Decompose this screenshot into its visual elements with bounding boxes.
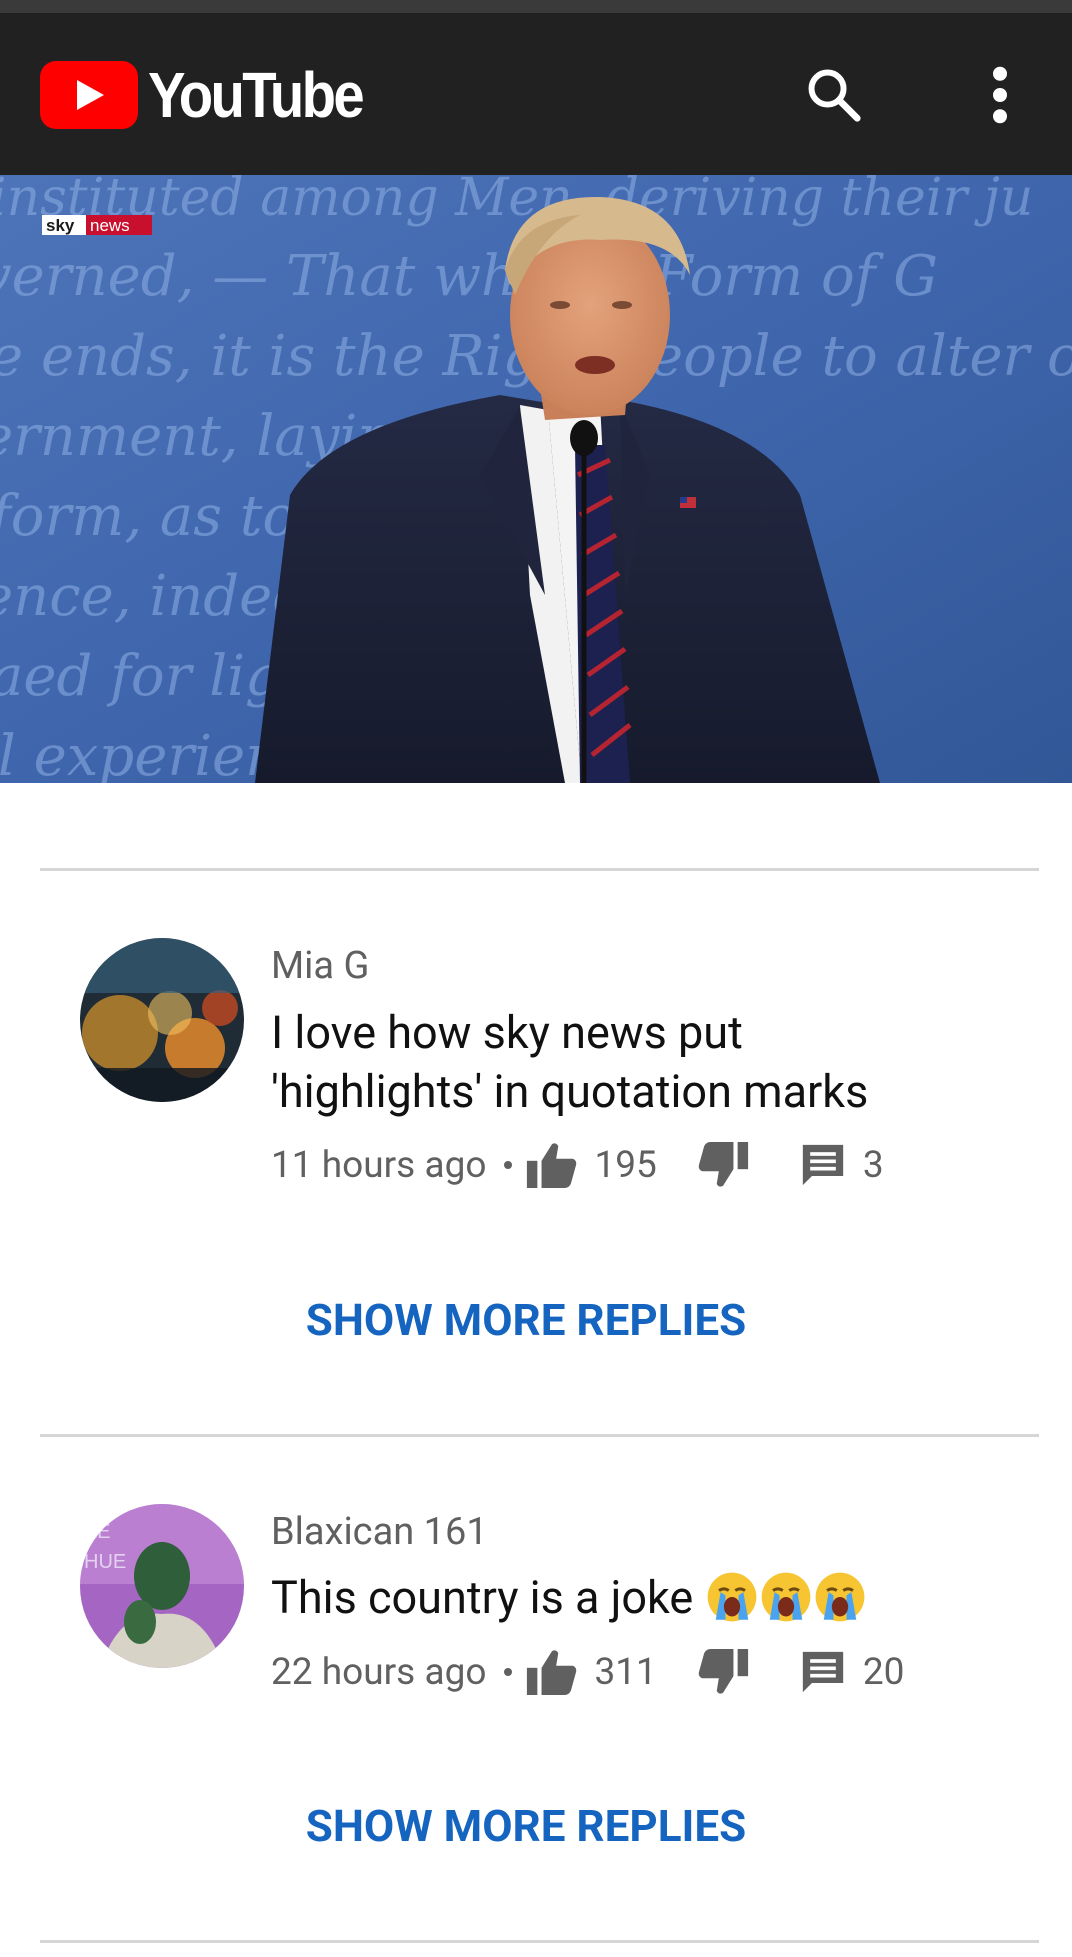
app-bar: YouTube <box>0 13 1072 175</box>
youtube-logo[interactable]: YouTube <box>40 61 391 129</box>
show-more-replies-button[interactable]: SHOW MORE REPLIES <box>0 1298 1052 1342</box>
logo-text: YouTube <box>148 59 365 131</box>
crying-face-emoji-icon <box>708 1572 757 1622</box>
status-bar-strip <box>0 0 1072 13</box>
comment-meta: 22 hours ago 311 20 <box>271 1649 904 1695</box>
dislike-button[interactable] <box>697 1142 749 1188</box>
search-button[interactable] <box>800 61 868 129</box>
play-logo-icon <box>40 61 138 129</box>
comment-author[interactable]: Mia G <box>271 947 369 985</box>
comment-text: This country is a joke <box>271 1568 1031 1627</box>
separator-dot <box>504 1161 513 1169</box>
svg-text:news: news <box>90 216 130 235</box>
comment-icon <box>802 1144 844 1186</box>
comment-time: 22 hours ago <box>271 1650 487 1694</box>
separator-dot <box>504 1668 513 1676</box>
like-button[interactable] <box>526 1142 578 1188</box>
avatar[interactable]: LE HUE <box>80 1504 244 1668</box>
crying-face-emoji-icon <box>816 1572 865 1622</box>
more-options-button[interactable] <box>966 61 1034 129</box>
svg-text:HUE: HUE <box>84 1551 126 1573</box>
dislike-button[interactable] <box>697 1649 749 1695</box>
svg-text:verned, — That wh any Form: verned, — That wh any Form of G <box>0 244 938 309</box>
like-button[interactable] <box>526 1649 578 1695</box>
divider <box>40 1434 1039 1437</box>
svg-text:sky: sky <box>46 216 75 235</box>
thumbs-up-icon <box>527 1650 577 1695</box>
comment-text: I love how sky news put 'highlights' in … <box>271 1003 1031 1121</box>
thumbs-down-icon <box>698 1142 748 1187</box>
emoji-group <box>704 1571 866 1624</box>
divider <box>40 868 1039 871</box>
thumbs-down-icon <box>698 1649 748 1694</box>
comment-text-line: This country is a joke <box>271 1571 694 1624</box>
comment-text-line: 'highlights' in quotation marks <box>271 1065 869 1118</box>
more-vert-icon <box>993 66 1007 124</box>
comment-icon <box>802 1651 844 1693</box>
reply-button[interactable] <box>801 1650 845 1694</box>
reply-count: 20 <box>862 1650 905 1694</box>
thumbs-up-icon <box>527 1143 577 1188</box>
crying-face-emoji-icon <box>762 1572 811 1622</box>
reply-count: 3 <box>862 1143 884 1187</box>
comment-time: 11 hours ago <box>271 1143 487 1187</box>
avatar[interactable] <box>80 938 244 1102</box>
comment-meta: 11 hours ago 195 3 <box>271 1142 884 1188</box>
search-icon <box>808 69 861 122</box>
show-more-replies-button[interactable]: SHOW MORE REPLIES <box>0 1804 1052 1848</box>
divider <box>40 1940 1039 1943</box>
video-player[interactable]: instituted among Men, deriving their ju … <box>0 175 1072 783</box>
reply-button[interactable] <box>801 1143 845 1187</box>
like-count: 311 <box>594 1650 657 1694</box>
svg-text:instituted among Men, deriving: instituted among Men, deriving their ju <box>0 175 1033 228</box>
svg-text:LE: LE <box>86 1521 110 1543</box>
sky-news-watermark: sky news <box>42 215 152 235</box>
comment-author[interactable]: Blaxican 161 <box>271 1513 488 1551</box>
like-count: 195 <box>594 1143 657 1187</box>
comment-text-line: I love how sky news put <box>271 1006 743 1059</box>
